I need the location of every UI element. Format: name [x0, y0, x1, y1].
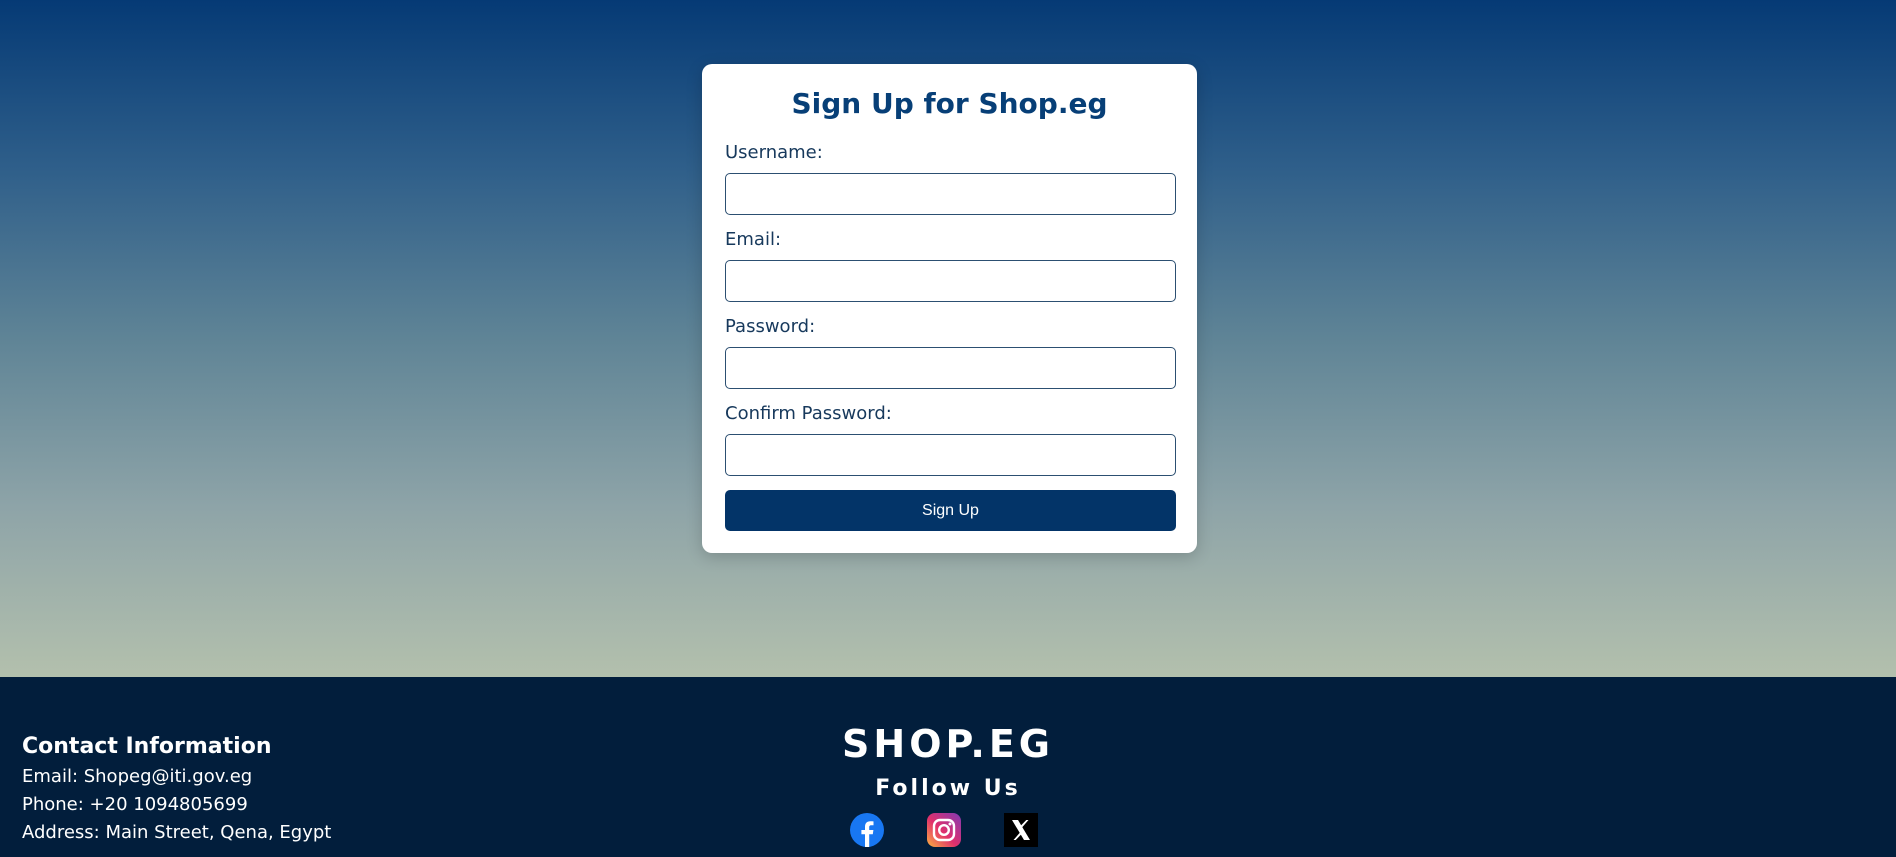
sign-up-button[interactable]: Sign Up	[725, 490, 1176, 531]
confirm-password-label: Confirm Password:	[725, 403, 892, 424]
footer: Contact Information Email: Shopeg@iti.go…	[0, 677, 1896, 857]
x-link[interactable]	[1004, 813, 1038, 847]
signup-title: Sign Up for Shop.eg	[791, 87, 1108, 120]
email-label: Email:	[725, 229, 782, 250]
username-label: Username:	[725, 142, 823, 163]
password-input[interactable]	[725, 347, 1176, 389]
email-field-group: Email:	[725, 229, 1176, 302]
email-input[interactable]	[725, 260, 1176, 302]
username-input[interactable]	[725, 173, 1176, 215]
password-field-group: Password:	[725, 316, 1176, 389]
instagram-link[interactable]	[927, 813, 961, 847]
hero-background: Sign Up for Shop.eg Username: Email: Pas…	[0, 0, 1896, 677]
facebook-icon	[850, 813, 884, 847]
x-icon	[1004, 813, 1038, 847]
page: Sign Up for Shop.eg Username: Email: Pas…	[0, 0, 1896, 857]
password-label: Password:	[725, 316, 816, 337]
confirm-password-field-group: Confirm Password:	[725, 403, 1176, 476]
follow-us-heading: Follow Us	[875, 776, 1021, 801]
username-field-group: Username:	[725, 142, 1176, 215]
footer-brand: SHOP.EG	[842, 722, 1054, 766]
signup-card: Sign Up for Shop.eg Username: Email: Pas…	[702, 64, 1197, 553]
instagram-icon	[927, 813, 961, 847]
social-links	[0, 813, 1896, 847]
facebook-link[interactable]	[850, 813, 884, 847]
confirm-password-input[interactable]	[725, 434, 1176, 476]
